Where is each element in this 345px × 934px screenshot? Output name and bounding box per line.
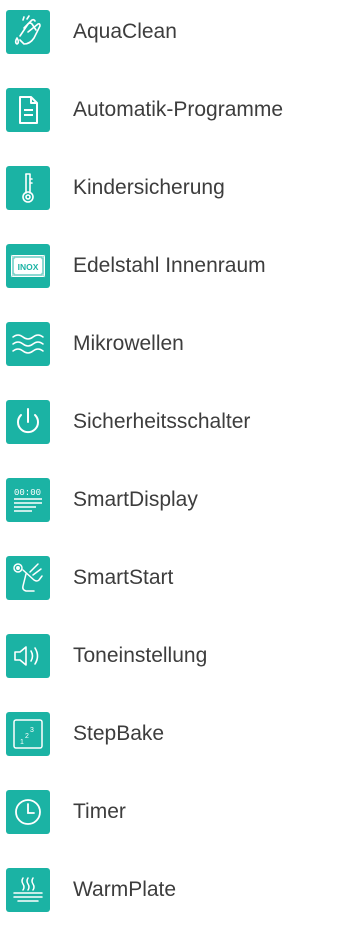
feature-item-smartdisplay: 00:00 SmartDisplay <box>0 472 345 528</box>
feature-label: SmartStart <box>73 566 174 589</box>
display-icon: 00:00 <box>6 478 50 522</box>
feature-label: Edelstahl Innenraum <box>73 254 266 277</box>
feature-item-kindersicherung: Kindersicherung <box>0 160 345 216</box>
feature-item-smartstart: SmartStart <box>0 550 345 606</box>
feature-label: Toneinstellung <box>73 644 208 667</box>
feature-item-automatik-programme: Automatik-Programme <box>0 82 345 138</box>
feature-label: SmartDisplay <box>73 488 198 511</box>
svg-text:3: 3 <box>30 727 34 734</box>
feature-label: StepBake <box>73 722 165 745</box>
feature-item-sicherheitsschalter: Sicherheitsschalter <box>0 394 345 450</box>
speaker-icon <box>6 634 50 678</box>
feature-label: Mikrowellen <box>73 332 184 355</box>
clock-icon <box>6 790 50 834</box>
feature-item-aquaclean: AquaClean <box>0 4 345 60</box>
feature-label: AquaClean <box>73 20 177 43</box>
feature-label: Timer <box>73 800 126 823</box>
warm-plate-icon <box>6 868 50 912</box>
feature-item-timer: Timer <box>0 784 345 840</box>
inox-icon: INOX <box>6 244 50 288</box>
display-text: 00:00 <box>14 488 41 498</box>
feature-item-toneinstellung: Toneinstellung <box>0 628 345 684</box>
inox-text: INOX <box>18 262 39 272</box>
svg-text:1: 1 <box>20 739 24 746</box>
feature-label: Sicherheitsschalter <box>73 410 251 433</box>
feature-item-stepbake: 1 2 3 StepBake <box>0 706 345 762</box>
touch-start-icon <box>6 556 50 600</box>
feature-item-warmplate: WarmPlate <box>0 862 345 918</box>
feature-item-mikrowellen: Mikrowellen <box>0 316 345 372</box>
feature-item-edelstahl: INOX Edelstahl Innenraum <box>0 238 345 294</box>
hand-wash-icon <box>6 10 50 54</box>
svg-text:2: 2 <box>25 733 29 740</box>
feature-label: WarmPlate <box>73 878 177 901</box>
feature-label: Kindersicherung <box>73 176 225 199</box>
waves-icon <box>6 322 50 366</box>
power-icon <box>6 400 50 444</box>
steps-icon: 1 2 3 <box>6 712 50 756</box>
document-icon <box>6 88 50 132</box>
key-icon <box>6 166 50 210</box>
feature-label: Automatik-Programme <box>73 98 284 121</box>
